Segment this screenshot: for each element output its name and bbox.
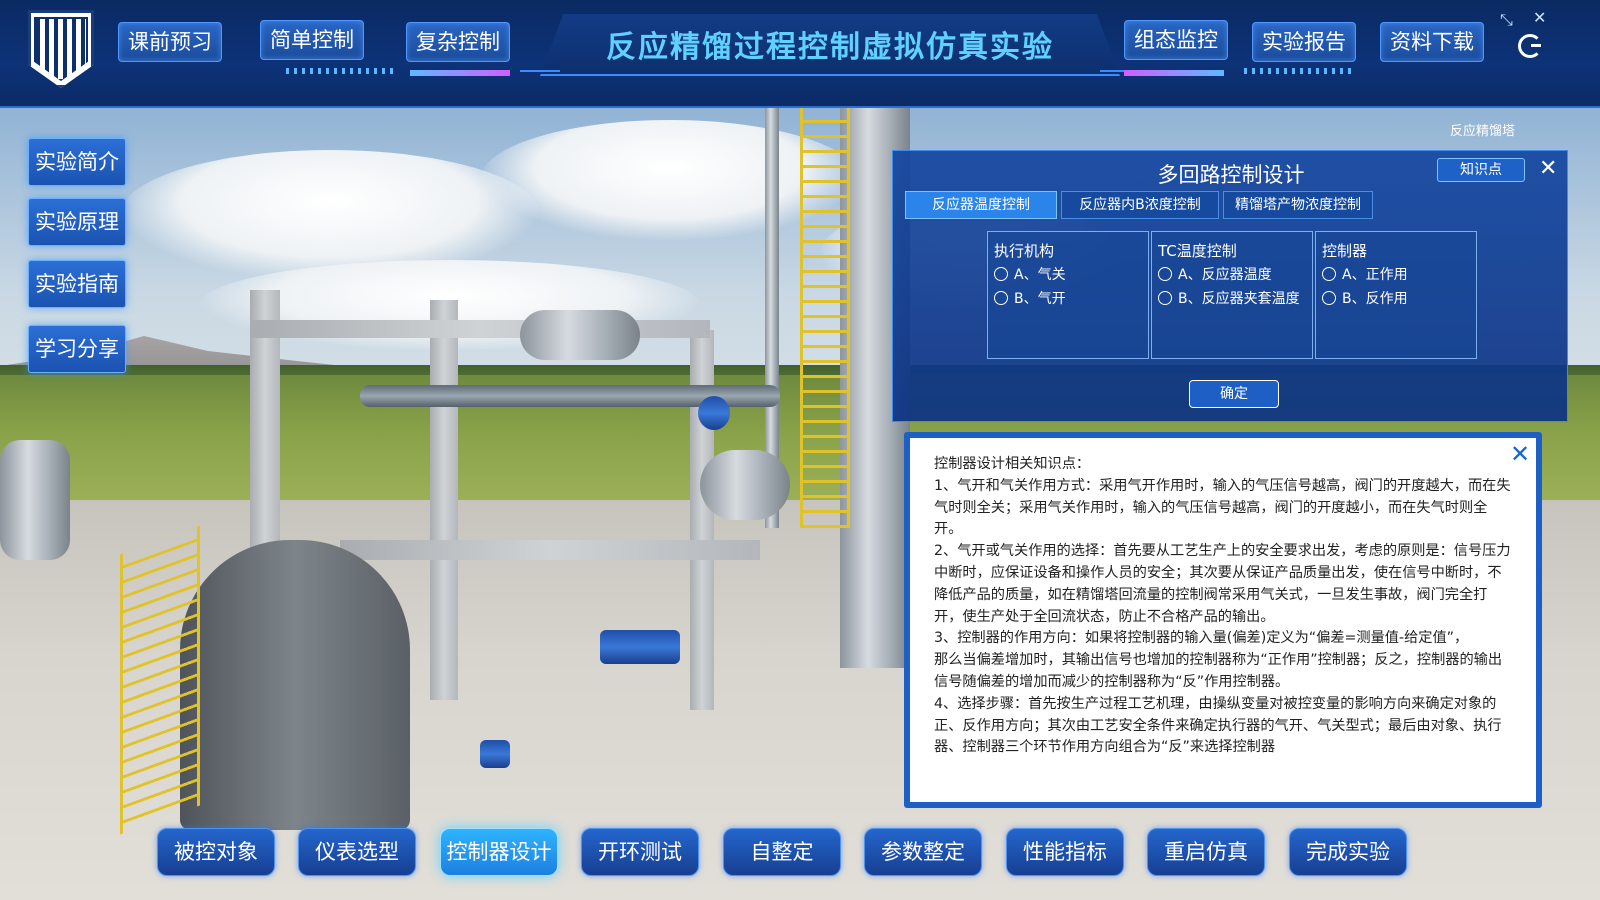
knowledge-line: 1、气开和气关作用方式：采用气开作用时，输入的气压信号越高，阀门的开度越大，而在… [934,477,1511,538]
toolbar-performance-button[interactable]: 性能指标 [1006,828,1124,876]
radio-option[interactable]: A、正作用 [1322,264,1408,284]
radio-circle[interactable] [1322,291,1336,305]
nav-preview-button[interactable]: 课前预习 [118,22,222,62]
radio-circle[interactable] [994,291,1008,305]
knowledge-line: 控制器设计相关知识点： [934,456,1091,472]
knowledge-line: 那么当偏差增加时，其输出信号也增加的控制器称为“正作用”控制器；反之，控制器的输… [934,652,1503,690]
knowledge-popup: ✕ 控制器设计相关知识点： 1、气开和气关作用方式：采用气开作用时，输入的气压信… [904,432,1542,808]
knowledge-line: 4、选择步骤：首先按生产过程工艺机理，由操纵变量对被控变量的影响方向来确定对象的… [934,695,1502,756]
tank-stair [120,525,200,835]
nav-decoration [1124,70,1224,76]
radio-circle[interactable] [1158,267,1172,281]
refresh-icon[interactable] [1518,34,1542,58]
toolbar-open-loop-test-button[interactable]: 开环测试 [581,828,699,876]
radio-circle[interactable] [1322,267,1336,281]
group-heading: 执行机构 [994,242,1055,260]
reactor-vessel [0,440,70,560]
actuator-group: 执行机构 A、气关 B、气开 [987,231,1149,359]
sidebar-item-share[interactable]: 学习分享 [28,325,126,373]
storage-tank [180,540,410,830]
control-valve [480,740,510,768]
nav-monitor-button[interactable]: 组态监控 [1124,20,1228,60]
platform [340,540,760,560]
nav-decoration [286,68,396,74]
tab-column-product-concentration[interactable]: 精馏塔产物浓度控制 [1223,191,1373,219]
radio-circle[interactable] [994,267,1008,281]
close-icon[interactable]: ✕ [1533,8,1546,27]
header-bar: 课前预习 简单控制 复杂控制 反应精馏过程控制虚拟仿真实验 组态监控 实验报告 … [0,0,1600,108]
toolbar-finish-button[interactable]: 完成实验 [1289,828,1407,876]
panel-close-icon[interactable]: ✕ [1539,157,1557,181]
toolbar-controller-design-button[interactable]: 控制器设计 [440,828,558,876]
scrollbar[interactable] [1537,488,1540,728]
toolbar-instrument-selection-button[interactable]: 仪表选型 [298,828,416,876]
nav-complex-control-button[interactable]: 复杂控制 [406,22,510,62]
group-heading: 控制器 [1322,242,1368,260]
confirm-button[interactable]: 确定 [1189,380,1279,408]
page-title: 反应精馏过程控制虚拟仿真实验 [606,30,1054,65]
toolbar-auto-tune-button[interactable]: 自整定 [723,828,841,876]
knowledge-text[interactable]: 控制器设计相关知识点： 1、气开和气关作用方式：采用气开作用时，输入的气压信号越… [934,454,1514,804]
toolbar-controlled-object-button[interactable]: 被控对象 [157,828,275,876]
nav-report-button[interactable]: 实验报告 [1252,22,1356,62]
nav-decoration [1244,68,1354,74]
tc-control-group: TC温度控制 A、反应器温度 B、反应器夹套温度 [1151,231,1313,359]
multi-loop-control-panel: 多回路控制设计 知识点 ✕ 反应器温度控制 反应器内B浓度控制 精馏塔产物浓度控… [892,150,1568,422]
heat-exchanger [520,310,640,360]
knowledge-line: 3、控制器的作用方向：如果将控制器的输入量(偏差)定义为“偏差=测量值-给定值”… [934,630,1469,647]
controller-group: 控制器 A、正作用 B、反作用 [1315,231,1477,359]
knowledge-button[interactable]: 知识点 [1437,158,1525,182]
nav-simple-control-button[interactable]: 简单控制 [260,20,364,60]
radio-option[interactable]: B、反应器夹套温度 [1158,288,1300,308]
sidebar-item-principle[interactable]: 实验原理 [28,198,126,246]
nav-download-button[interactable]: 资料下载 [1380,22,1484,62]
group-heading: TC温度控制 [1158,242,1237,260]
radio-option[interactable]: A、气关 [994,264,1066,284]
radio-option[interactable]: B、气开 [994,288,1066,308]
knowledge-line: 2、气开或气关作用的选择：首先要从工艺生产上的安全要求出发，考虑的原则是：信号压… [934,543,1511,625]
radio-circle[interactable] [1158,291,1172,305]
toolbar-restart-button[interactable]: 重启仿真 [1147,828,1265,876]
shrink-icon[interactable]: ⤡ [1500,10,1513,30]
pump [600,630,680,664]
equipment-label: 反应精馏塔 [1450,124,1516,139]
sidebar-item-intro[interactable]: 实验简介 [28,138,126,186]
sidebar-item-guide[interactable]: 实验指南 [28,260,126,308]
reboiler [700,450,790,520]
frame-column [430,300,458,700]
nav-decoration [410,70,510,76]
radio-option[interactable]: B、反作用 [1322,288,1408,308]
radio-option[interactable]: A、反应器温度 [1158,264,1272,284]
title-line [520,70,560,72]
frame-beam [250,320,710,338]
toolbar-parameter-tuning-button[interactable]: 参数整定 [864,828,982,876]
tab-reactor-temperature[interactable]: 反应器温度控制 [905,191,1057,219]
university-logo [28,10,94,88]
column-ladder [800,108,850,528]
flange-valve [698,396,730,430]
tab-reactor-b-concentration[interactable]: 反应器内B浓度控制 [1061,191,1219,219]
